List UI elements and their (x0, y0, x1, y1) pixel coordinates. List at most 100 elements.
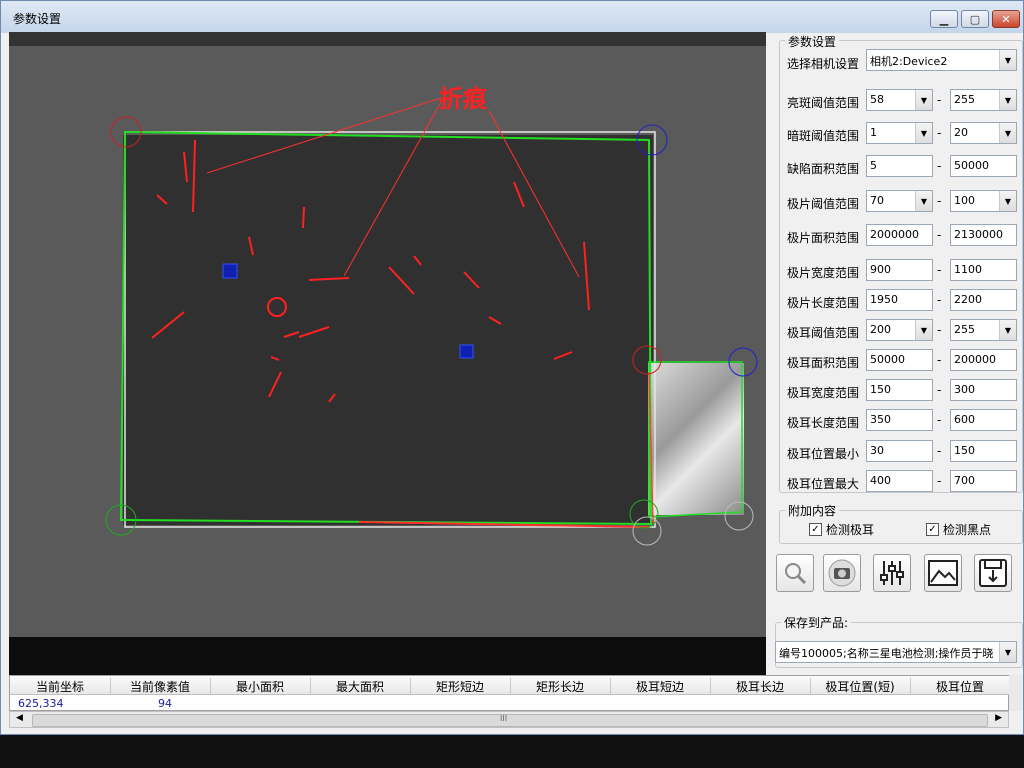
param-max-field[interactable]: 2130000 (950, 224, 1017, 246)
param-min-value: 200 (870, 323, 891, 336)
param-max-field[interactable]: 50000 (950, 155, 1017, 177)
settings-button[interactable] (873, 554, 911, 592)
param-min-field[interactable]: 1 ▼ (866, 122, 933, 144)
param-max-value: 300 (954, 383, 975, 396)
param-min-field[interactable]: 1950 (866, 289, 933, 311)
grid-column-header[interactable]: 极耳位置 (910, 678, 1011, 695)
image-button[interactable] (924, 554, 962, 592)
param-label: 极耳宽度范围 (787, 386, 860, 400)
param-min-value: 70 (870, 194, 884, 207)
param-max-field[interactable]: 2200 (950, 289, 1017, 311)
title-bar: 参数设置 ▁ ▢ ✕ (1, 1, 1023, 33)
param-max-value: 1100 (954, 263, 982, 276)
checkbox-box[interactable]: ✓ (926, 523, 939, 536)
grid-header: 当前坐标 当前像素值 最小面积 最大面积 矩形短边 矩形长边 极耳短边 极耳长边 极耳位置(短)… (10, 676, 1011, 695)
grid-column-header[interactable]: 当前坐标 (10, 678, 111, 695)
checkbox-box[interactable]: ✓ (809, 523, 822, 536)
param-max-field[interactable]: 600 (950, 409, 1017, 431)
dark-spot-mark (222, 263, 238, 279)
param-max-field[interactable]: 150 (950, 440, 1017, 462)
save-icon (979, 559, 1007, 587)
param-min-field[interactable]: 70 ▼ (866, 190, 933, 212)
param-label: 极耳面积范围 (787, 356, 860, 370)
param-min-field[interactable]: 30 (866, 440, 933, 462)
param-max-field[interactable]: 200000 (950, 349, 1017, 371)
param-min-field[interactable]: 150 (866, 379, 933, 401)
param-min-value: 1950 (870, 293, 898, 306)
save-file-button[interactable] (974, 554, 1012, 592)
product-select-value: 编号100005;名称三星电池检测;操作员于晓 (779, 647, 994, 660)
range-dash: - (937, 194, 942, 208)
image-icon (928, 560, 958, 586)
range-dash: - (937, 159, 942, 173)
grid-column-header[interactable]: 最大面积 (310, 678, 411, 695)
detect-tab-checkbox[interactable]: ✓ 检测极耳 (809, 521, 874, 538)
parameter-settings-window: 参数设置 ▁ ▢ ✕ 折痕 参数设置 选择相机设置 相机2:Device2 ▼ … (0, 0, 1024, 735)
range-dash: - (937, 383, 942, 397)
param-max-field[interactable]: 700 (950, 470, 1017, 492)
grid-vertical-scrollbar[interactable] (1009, 675, 1023, 711)
param-max-field[interactable]: 300 (950, 379, 1017, 401)
param-min-field[interactable]: 58 ▼ (866, 89, 933, 111)
grid-column-header[interactable]: 当前像素值 (110, 678, 211, 695)
grid-column-header[interactable]: 极耳位置(短) (810, 678, 911, 695)
param-label: 缺陷面积范围 (787, 162, 860, 176)
grid-column-header[interactable]: 极耳长边 (710, 678, 811, 695)
detect-black-checkbox[interactable]: ✓ 检测黑点 (926, 521, 991, 538)
param-max-value: 255 (954, 323, 975, 336)
minimize-button[interactable]: ▁ (930, 10, 958, 28)
param-max-value: 50000 (954, 159, 989, 172)
grid-horizontal-scrollbar[interactable]: ◀ III ▶ (9, 711, 1009, 728)
camera-select[interactable]: 相机2:Device2 ▼ (866, 49, 1017, 71)
chevron-down-icon: ▼ (999, 191, 1016, 211)
capture-button[interactable] (823, 554, 861, 592)
param-min-field[interactable]: 50000 (866, 349, 933, 371)
param-max-value: 200000 (954, 353, 996, 366)
result-grid: 当前坐标 当前像素值 最小面积 最大面积 矩形短边 矩形长边 极耳短边 极耳长边 极耳位置(短)… (9, 675, 1011, 711)
grid-column-header[interactable]: 矩形长边 (510, 678, 611, 695)
scroll-left-icon[interactable]: ◀ (16, 713, 23, 723)
range-dash: - (937, 293, 942, 307)
chevron-down-icon: ▼ (999, 123, 1016, 143)
save-group-title: 保存到产品: (781, 614, 852, 631)
param-min-field[interactable]: 400 (866, 470, 933, 492)
dark-spot-mark (459, 344, 474, 359)
chevron-down-icon: ▼ (915, 123, 932, 143)
close-button[interactable]: ✕ (992, 10, 1020, 28)
camera-image-viewer[interactable]: 折痕 (9, 32, 766, 675)
scroll-thumb[interactable]: III (32, 714, 988, 727)
corner-marker (632, 345, 662, 375)
grid-column-header[interactable]: 最小面积 (210, 678, 311, 695)
reference-rect (124, 131, 656, 528)
product-select[interactable]: 编号100005;名称三星电池检测;操作员于晓 ▼ (775, 641, 1017, 663)
param-max-field[interactable]: 20 ▼ (950, 122, 1017, 144)
zoom-button[interactable] (776, 554, 814, 592)
param-label: 极片长度范围 (787, 296, 860, 310)
grid-column-header[interactable]: 极耳短边 (610, 678, 711, 695)
magnifier-icon (785, 563, 807, 585)
param-max-field[interactable]: 255 ▼ (950, 89, 1017, 111)
param-label: 极耳位置最大 (787, 477, 860, 491)
camera-select-label: 选择相机设置 (787, 57, 860, 71)
param-min-field[interactable]: 200 ▼ (866, 319, 933, 341)
scroll-right-icon[interactable]: ▶ (995, 713, 1002, 723)
param-max-value: 100 (954, 194, 975, 207)
param-min-field[interactable]: 900 (866, 259, 933, 281)
param-min-value: 900 (870, 263, 891, 276)
param-max-field[interactable]: 1100 (950, 259, 1017, 281)
param-max-field[interactable]: 255 ▼ (950, 319, 1017, 341)
param-min-value: 50000 (870, 353, 905, 366)
param-max-field[interactable]: 100 ▼ (950, 190, 1017, 212)
param-min-field[interactable]: 5 (866, 155, 933, 177)
scroll-grip: III (500, 714, 508, 723)
param-label: 极耳阈值范围 (787, 326, 860, 340)
param-min-value: 5 (870, 159, 877, 172)
range-dash: - (937, 323, 942, 337)
param-max-value: 150 (954, 444, 975, 457)
param-min-field[interactable]: 2000000 (866, 224, 933, 246)
param-min-field[interactable]: 350 (866, 409, 933, 431)
maximize-button[interactable]: ▢ (961, 10, 989, 28)
grid-cell-coordinate: 625,334 (18, 697, 64, 710)
camera-select-value: 相机2:Device2 (870, 55, 948, 68)
grid-column-header[interactable]: 矩形短边 (410, 678, 511, 695)
